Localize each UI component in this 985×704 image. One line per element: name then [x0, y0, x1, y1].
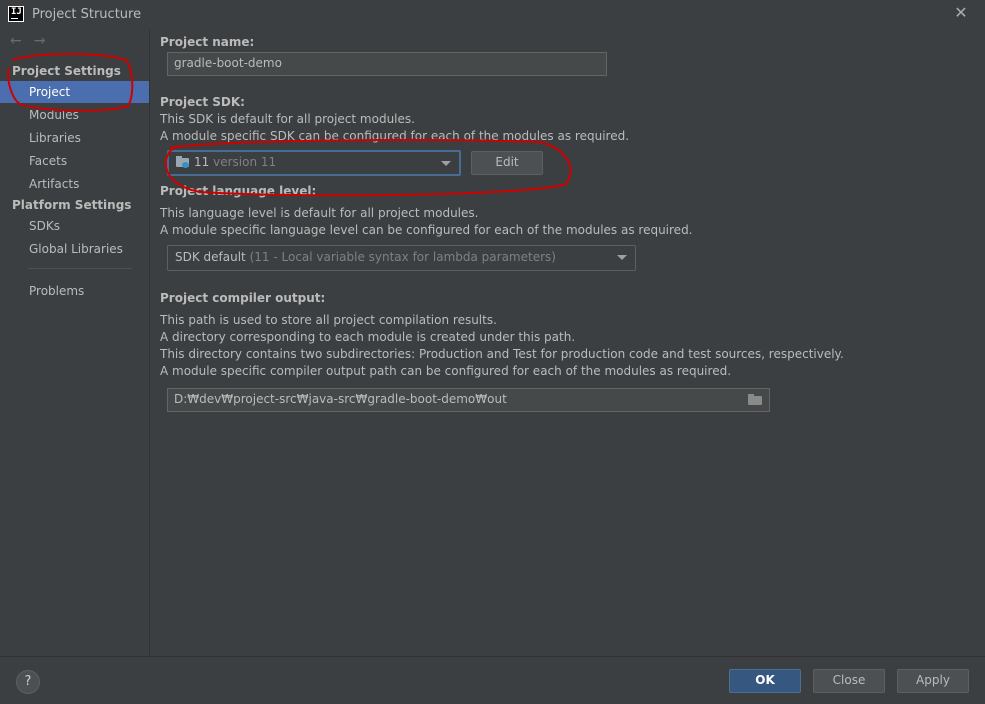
close-window-icon[interactable]: ✕ [952, 4, 970, 22]
sidebar: ← → Project Settings Project Modules Libr… [0, 30, 150, 656]
language-level-value: SDK default [175, 250, 246, 264]
sidebar-item-libraries[interactable]: Libraries [0, 127, 149, 149]
compiler-output-description-1: This path is used to store all project c… [160, 313, 497, 327]
sidebar-item-problems[interactable]: Problems [0, 280, 149, 302]
sdk-description-2: A module specific SDK can be configured … [160, 129, 630, 143]
sidebar-item-project[interactable]: Project [0, 81, 149, 103]
project-name-input[interactable]: gradle-boot-demo [167, 52, 607, 76]
intellij-logo-icon: IJ [8, 6, 24, 22]
apply-button[interactable]: Apply [897, 669, 969, 693]
language-level-description-1: This language level is default for all p… [160, 206, 479, 220]
compiler-output-description-2: A directory corresponding to each module… [160, 330, 576, 344]
sidebar-item-sdks[interactable]: SDKs [0, 215, 149, 237]
back-arrow-icon[interactable]: ← [10, 33, 22, 49]
help-icon[interactable]: ? [16, 670, 40, 694]
ok-button[interactable]: OK [729, 669, 801, 693]
sidebar-divider [28, 268, 132, 269]
project-sdk-label: Project SDK: [160, 95, 245, 109]
sdk-version-detail: version 11 [213, 155, 277, 169]
language-level-dropdown[interactable]: SDK default (11 - Local variable syntax … [167, 245, 636, 271]
language-level-description-2: A module specific language level can be … [160, 223, 693, 237]
sdk-description-1: This SDK is default for all project modu… [160, 112, 415, 126]
project-name-label: Project name: [160, 35, 255, 49]
forward-arrow-icon[interactable]: → [34, 33, 46, 49]
sdk-edit-button[interactable]: Edit [471, 151, 543, 175]
language-level-detail: (11 - Local variable syntax for lambda p… [249, 250, 556, 264]
sidebar-item-facets[interactable]: Facets [0, 150, 149, 172]
section-platform-settings: Platform Settings [12, 198, 132, 212]
compiler-output-description-3: This directory contains two subdirectori… [160, 347, 844, 361]
project-language-level-label: Project language level: [160, 184, 317, 198]
sidebar-item-modules[interactable]: Modules [0, 104, 149, 126]
compiler-output-label: Project compiler output: [160, 291, 326, 305]
chevron-down-icon [617, 255, 627, 260]
sidebar-item-global-libraries[interactable]: Global Libraries [0, 238, 149, 260]
browse-folder-icon[interactable] [748, 394, 762, 405]
dialog-footer: ? OK Close Apply [0, 656, 985, 704]
compiler-output-description-4: A module specific compiler output path c… [160, 364, 732, 378]
nav-arrows: ← → [10, 33, 57, 49]
close-button[interactable]: Close [813, 669, 885, 693]
title-bar: IJ Project Structure ✕ [0, 0, 985, 30]
section-project-settings: Project Settings [12, 64, 121, 78]
sdk-folder-icon [176, 156, 190, 168]
window-title: Project Structure [32, 7, 142, 22]
project-sdk-dropdown[interactable]: 11 version 11 [167, 150, 461, 176]
sdk-value: 11 [194, 155, 210, 169]
project-settings-panel: Project name: gradle-boot-demo Project S… [150, 30, 985, 656]
chevron-down-icon [441, 161, 451, 166]
compiler-output-path-input[interactable]: D:₩dev₩project-src₩java-src₩gradle-boot-… [167, 388, 770, 412]
sidebar-item-artifacts[interactable]: Artifacts [0, 173, 149, 195]
